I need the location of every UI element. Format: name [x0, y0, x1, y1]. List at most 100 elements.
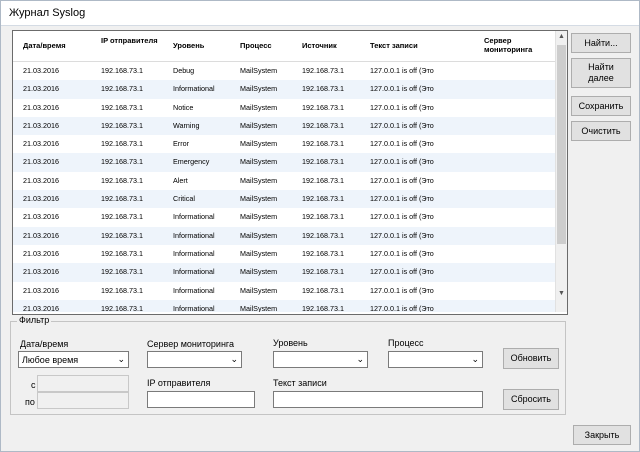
cell-process: MailSystem	[240, 230, 278, 240]
cell-datetime: 21.03.2016	[23, 102, 59, 112]
table-row[interactable]: 21.03.2016 192.168.73.1 Informational MailS…	[13, 299, 555, 312]
syslog-window: Журнал Syslog Дата/время IP отправителя …	[0, 0, 640, 452]
cell-record-text: 127.0.0.1 is off (Это	[370, 267, 434, 277]
cell-source: 192.168.73.1	[302, 267, 344, 277]
sender-ip-label: IP отправителя	[147, 378, 211, 388]
cell-record-text: 127.0.0.1 is off (Это	[370, 157, 434, 167]
cell-datetime: 21.03.2016	[23, 248, 59, 258]
cell-sender-ip: 192.168.73.1	[101, 267, 143, 277]
chevron-down-icon: ⌄	[356, 354, 364, 364]
scroll-down-icon[interactable]: ▼	[556, 290, 567, 297]
table-row[interactable]: 21.03.2016 192.168.73.1 Informational MailS…	[13, 282, 555, 300]
cell-datetime: 21.03.2016	[23, 267, 59, 277]
table-row[interactable]: 21.03.2016 192.168.73.1 Notice MailSystem 19…	[13, 99, 555, 117]
table-row[interactable]: 21.03.2016 192.168.73.1 Informational MailS…	[13, 208, 555, 226]
monitoring-server-label: Сервер мониторинга	[147, 339, 235, 349]
table-row[interactable]: 21.03.2016 192.168.73.1 Debug MailSystem 192…	[13, 62, 555, 80]
table-row[interactable]: 21.03.2016 192.168.73.1 Informational MailS…	[13, 263, 555, 282]
syslog-table[interactable]: Дата/время IP отправителя Уровень Процес…	[12, 30, 568, 315]
cell-level: Informational	[173, 248, 215, 258]
cell-process: MailSystem	[240, 303, 278, 312]
cell-level: Informational	[173, 267, 215, 277]
title-bar: Журнал Syslog	[1, 1, 639, 26]
process-select[interactable]: ⌄	[388, 351, 483, 368]
cell-sender-ip: 192.168.73.1	[101, 84, 143, 94]
vertical-scrollbar[interactable]: ▲ ▼	[555, 31, 567, 312]
close-button[interactable]: Закрыть	[573, 425, 631, 445]
cell-level: Informational	[173, 84, 215, 94]
column-header-datetime[interactable]: Дата/время	[23, 41, 66, 50]
cell-process: MailSystem	[240, 139, 278, 149]
table-row[interactable]: 21.03.2016 192.168.73.1 Informational MailS…	[13, 245, 555, 263]
to-label: по	[25, 397, 35, 407]
cell-level: Informational	[173, 285, 215, 295]
column-header-source[interactable]: Источник	[302, 41, 337, 50]
clear-button[interactable]: Очистить	[571, 121, 631, 141]
table-row[interactable]: 21.03.2016 192.168.73.1 Error MailSystem 192…	[13, 135, 555, 153]
cell-record-text: 127.0.0.1 is off (Это	[370, 139, 434, 149]
table-header: Дата/время IP отправителя Уровень Процес…	[13, 31, 555, 62]
sender-ip-field[interactable]	[147, 391, 255, 408]
chevron-down-icon: ⌄	[117, 354, 125, 364]
scroll-up-icon[interactable]: ▲	[556, 33, 567, 40]
chevron-down-icon: ⌄	[230, 354, 238, 364]
cell-process: MailSystem	[240, 102, 278, 112]
cell-process: MailSystem	[240, 285, 278, 295]
table-row[interactable]: 21.03.2016 192.168.73.1 Alert MailSystem 192…	[13, 172, 555, 190]
cell-record-text: 127.0.0.1 is off (Это	[370, 194, 434, 204]
cell-source: 192.168.73.1	[302, 212, 344, 222]
cell-process: MailSystem	[240, 157, 278, 167]
cell-source: 192.168.73.1	[302, 66, 344, 75]
record-text-field[interactable]	[273, 391, 483, 408]
cell-source: 192.168.73.1	[302, 194, 344, 204]
cell-datetime: 21.03.2016	[23, 285, 59, 295]
level-label: Уровень	[273, 338, 308, 348]
table-row[interactable]: 21.03.2016 192.168.73.1 Emergency MailSyste…	[13, 153, 555, 172]
table-row[interactable]: 21.03.2016 192.168.73.1 Informational MailS…	[13, 226, 555, 245]
column-header-sender-ip[interactable]: IP отправителя	[101, 36, 161, 45]
cell-sender-ip: 192.168.73.1	[101, 303, 143, 312]
cell-record-text: 127.0.0.1 is off (Это	[370, 285, 434, 295]
monitoring-server-select[interactable]: ⌄	[147, 351, 242, 368]
cell-source: 192.168.73.1	[302, 157, 344, 167]
cell-source: 192.168.73.1	[302, 175, 344, 185]
cell-sender-ip: 192.168.73.1	[101, 194, 143, 204]
cell-record-text: 127.0.0.1 is off (Это	[370, 248, 434, 258]
cell-source: 192.168.73.1	[302, 102, 344, 112]
cell-record-text: 127.0.0.1 is off (Это	[370, 84, 434, 94]
find-next-button[interactable]: Найти далее	[571, 58, 631, 88]
cell-level: Informational	[173, 303, 215, 312]
column-header-process[interactable]: Процесс	[240, 41, 272, 50]
column-header-monitoring-server[interactable]: Сервер мониторинга	[484, 36, 544, 54]
cell-datetime: 21.03.2016	[23, 66, 59, 75]
table-body: 21.03.2016 192.168.73.1 Debug MailSystem 192…	[13, 62, 555, 312]
cell-sender-ip: 192.168.73.1	[101, 102, 143, 112]
reset-button[interactable]: Сбросить	[503, 389, 559, 410]
cell-sender-ip: 192.168.73.1	[101, 212, 143, 222]
cell-level: Critical	[173, 194, 195, 204]
to-date-field[interactable]	[37, 392, 129, 409]
cell-datetime: 21.03.2016	[23, 157, 59, 167]
cell-process: MailSystem	[240, 248, 278, 258]
save-button[interactable]: Сохранить	[571, 96, 631, 116]
table-row[interactable]: 21.03.2016 192.168.73.1 Critical MailSystem…	[13, 190, 555, 209]
column-header-record-text[interactable]: Текст записи	[370, 41, 418, 50]
from-label: с	[31, 380, 36, 390]
table-row[interactable]: 21.03.2016 192.168.73.1 Informational MailS…	[13, 80, 555, 99]
from-date-field[interactable]	[37, 375, 129, 392]
cell-datetime: 21.03.2016	[23, 194, 59, 204]
cell-source: 192.168.73.1	[302, 120, 344, 130]
process-label: Процесс	[388, 338, 424, 348]
cell-process: MailSystem	[240, 212, 278, 222]
datetime-label: Дата/время	[20, 339, 69, 349]
find-button[interactable]: Найти...	[571, 33, 631, 53]
datetime-select[interactable]: Любое время ⌄	[18, 351, 129, 368]
cell-process: MailSystem	[240, 84, 278, 94]
level-select[interactable]: ⌄	[273, 351, 368, 368]
cell-level: Informational	[173, 212, 215, 222]
column-header-level[interactable]: Уровень	[173, 41, 204, 50]
cell-source: 192.168.73.1	[302, 248, 344, 258]
scrollbar-thumb[interactable]	[557, 45, 566, 244]
table-row[interactable]: 21.03.2016 192.168.73.1 Warning MailSystem 1…	[13, 116, 555, 136]
refresh-button[interactable]: Обновить	[503, 348, 559, 369]
